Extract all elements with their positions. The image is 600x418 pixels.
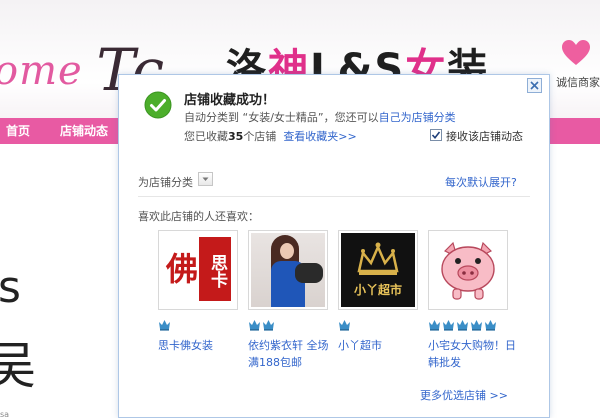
check-circle-icon <box>144 91 172 119</box>
default-expand-link[interactable]: 每次默认展开? <box>445 174 517 190</box>
checkmark-icon <box>431 131 441 140</box>
close-button[interactable] <box>527 78 542 93</box>
pig-icon <box>441 241 495 300</box>
recommended-shop: 小宅女大购物！日韩批发 <box>428 230 516 371</box>
heart-icon <box>562 40 590 65</box>
background-text: sa <box>0 410 10 418</box>
more-shops-link[interactable]: 更多优选店铺 >> <box>420 387 508 403</box>
nav-shop-news-link[interactable]: 店铺动态 <box>60 118 108 144</box>
recommended-shop: 小丫超市 小丫超市 <box>338 230 418 354</box>
trust-merchant-label: 诚信商家 <box>556 76 600 89</box>
view-favorites-link[interactable]: 查看收藏夹>> <box>283 130 356 143</box>
nav-home-link[interactable]: 首页 <box>6 118 30 144</box>
shop-rating <box>428 318 508 332</box>
favorite-success-dialog: 店铺收藏成功！ 自动分类到 “女装/女士精品”，您还可以自己为店铺分类 您已收藏… <box>118 74 550 418</box>
crown-icon <box>263 320 274 331</box>
favorites-count-text: 您已收藏35个店铺 查看收藏夹>> <box>184 130 357 143</box>
crown-icon <box>249 320 260 331</box>
category-label: 为店铺分类 <box>138 176 193 189</box>
crown-icon <box>159 320 170 331</box>
dialog-title: 店铺收藏成功！ <box>184 93 276 108</box>
close-icon <box>530 81 539 90</box>
favorites-count: 35 <box>228 130 244 143</box>
recommended-shop: 依约紫衣轩 全场满188包邮 <box>248 230 329 371</box>
shop-logo-yiyue[interactable] <box>248 230 328 310</box>
crown-icon <box>339 320 350 331</box>
shop-name-link[interactable]: 思卡佛女装 <box>158 337 248 354</box>
category-dropdown-button[interactable] <box>198 172 213 186</box>
shop-logo-xiaoya[interactable]: 小丫超市 <box>338 230 418 310</box>
custom-category-link[interactable]: 自己为店铺分类 <box>379 111 456 124</box>
shop-logo-pig[interactable] <box>428 230 508 310</box>
divider <box>138 196 530 197</box>
shop-rating <box>158 318 238 332</box>
recommended-shop: 佛 思卡 思卡佛女装 <box>158 230 238 354</box>
crown-icon <box>471 320 482 331</box>
chevron-down-icon <box>202 177 209 181</box>
shop-name-link[interactable]: 小丫超市 <box>338 337 428 354</box>
recommend-heading: 喜欢此店铺的人还喜欢： <box>138 210 259 223</box>
auto-category-text: 自动分类到 “女装/女士精品”，您还可以自己为店铺分类 <box>184 111 456 124</box>
shop-rating <box>248 318 328 332</box>
shop-name-link[interactable]: 依约紫衣轩 全场满188包邮 <box>248 337 338 371</box>
crown-icon <box>457 320 468 331</box>
crown-icon <box>429 320 440 331</box>
crown-icon <box>485 320 496 331</box>
shop-rating <box>338 318 418 332</box>
shop-name-link[interactable]: 小宅女大购物！日韩批发 <box>428 337 518 371</box>
background-text: s <box>0 262 21 313</box>
crown-icon <box>443 320 454 331</box>
receive-news-label: 接收该店铺动态 <box>446 130 523 143</box>
background-text: 吴 <box>0 337 36 395</box>
receive-news-checkbox[interactable] <box>430 129 442 141</box>
shop-logo-sika[interactable]: 佛 思卡 <box>158 230 238 310</box>
